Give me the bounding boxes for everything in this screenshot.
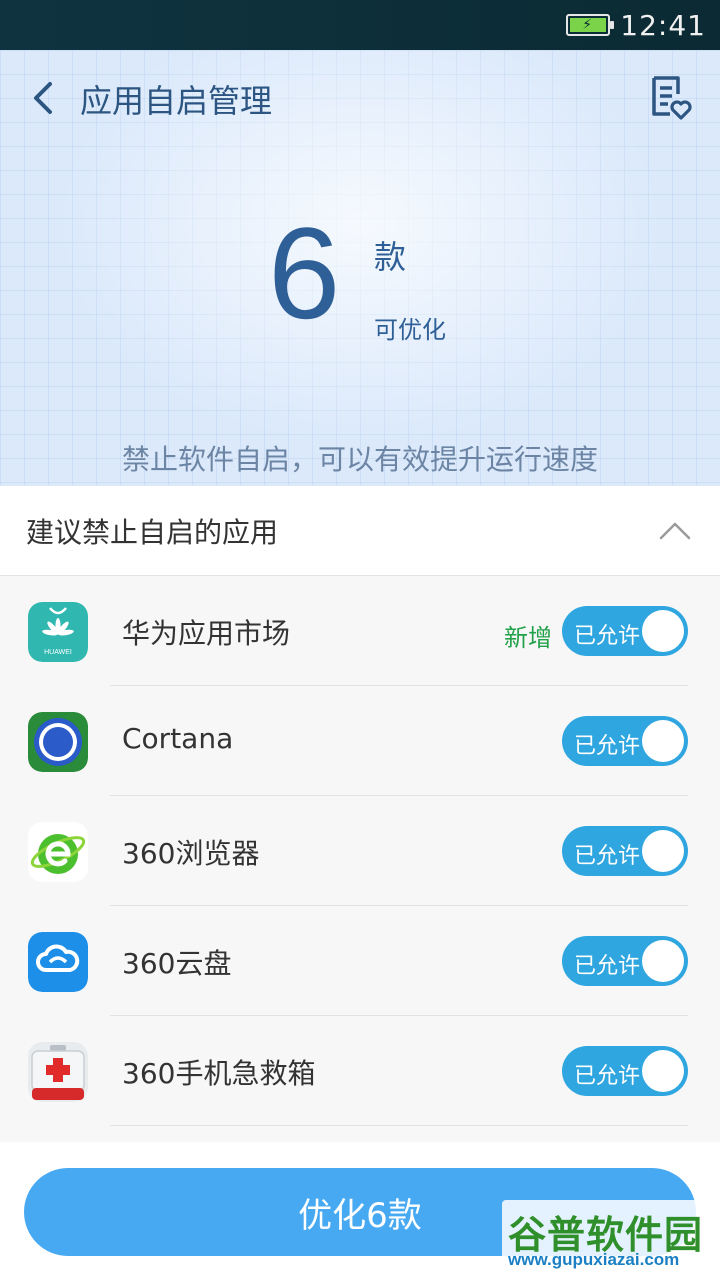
- toggle-label: 已允许: [574, 624, 641, 649]
- page-title: 应用自启管理: [80, 82, 273, 120]
- toggle-knob: [642, 830, 684, 872]
- summary-description: 禁止软件自启，可以有效提升运行速度: [121, 443, 598, 476]
- autostart-toggle[interactable]: 已允许: [562, 716, 688, 766]
- status-time: 12:41: [620, 8, 706, 42]
- toggle-label: 已允许: [574, 1064, 641, 1089]
- toggle-label: 已允许: [574, 844, 641, 869]
- autostart-toggle[interactable]: 已允许: [562, 936, 688, 986]
- list-item: 360云盘 已允许: [0, 906, 720, 1016]
- app-list: HUAWEI 华为应用市场 新增 已允许 Cortana 已允许 360浏览器 …: [0, 576, 720, 1142]
- cortana-icon: [28, 712, 88, 772]
- list-item: 360浏览器 已允许: [0, 796, 720, 906]
- summary-panel: 应用自启管理 6 款 可优化 禁止软件自启，可以有效提升运行速度: [0, 50, 720, 486]
- back-button[interactable]: [26, 78, 66, 118]
- first-aid-kit-icon: [28, 1042, 88, 1102]
- optimizable-count: 6: [268, 200, 341, 346]
- app-name: 360手机急救箱: [122, 1057, 316, 1090]
- list-item: Cortana 已允许: [0, 686, 720, 796]
- toggle-knob: [642, 1050, 684, 1092]
- app-name: 华为应用市场: [122, 617, 291, 650]
- favorite-list-button[interactable]: [648, 74, 694, 122]
- status-bar: ⚡ 12:41: [0, 0, 720, 50]
- app-name: Cortana: [122, 722, 234, 755]
- list-item: HUAWEI 华为应用市场 新增 已允许: [0, 576, 720, 686]
- count-unit: 款: [374, 238, 407, 276]
- watermark-logo: 谷普软件园 www.gupuxiazai.com: [502, 1200, 716, 1274]
- svg-text:HUAWEI: HUAWEI: [44, 649, 72, 656]
- huawei-appgallery-icon: HUAWEI: [28, 602, 88, 662]
- 360-browser-icon: [28, 822, 88, 882]
- chevron-up-icon[interactable]: [658, 516, 692, 546]
- autostart-toggle[interactable]: 已允许: [562, 826, 688, 876]
- app-name: 360浏览器: [122, 837, 260, 870]
- toggle-label: 已允许: [574, 734, 641, 759]
- section-title: 建议禁止自启的应用: [26, 515, 279, 549]
- toggle-knob: [642, 610, 684, 652]
- watermark-url: www.gupuxiazai.com: [508, 1250, 680, 1269]
- app-name: 360云盘: [122, 947, 232, 980]
- battery-icon: ⚡: [566, 14, 615, 36]
- autostart-toggle[interactable]: 已允许: [562, 606, 688, 656]
- toggle-label: 已允许: [574, 954, 641, 979]
- 360-cloud-icon: [28, 932, 88, 992]
- new-badge: 新增: [504, 624, 552, 652]
- list-item: 360手机急救箱 已允许: [0, 1016, 720, 1126]
- count-sub-label: 可优化: [374, 316, 446, 344]
- toggle-knob: [642, 940, 684, 982]
- autostart-toggle[interactable]: 已允许: [562, 1046, 688, 1096]
- toggle-knob: [642, 720, 684, 762]
- list-heart-icon: [652, 76, 692, 120]
- suggested-apps-header[interactable]: 建议禁止自启的应用: [0, 486, 720, 576]
